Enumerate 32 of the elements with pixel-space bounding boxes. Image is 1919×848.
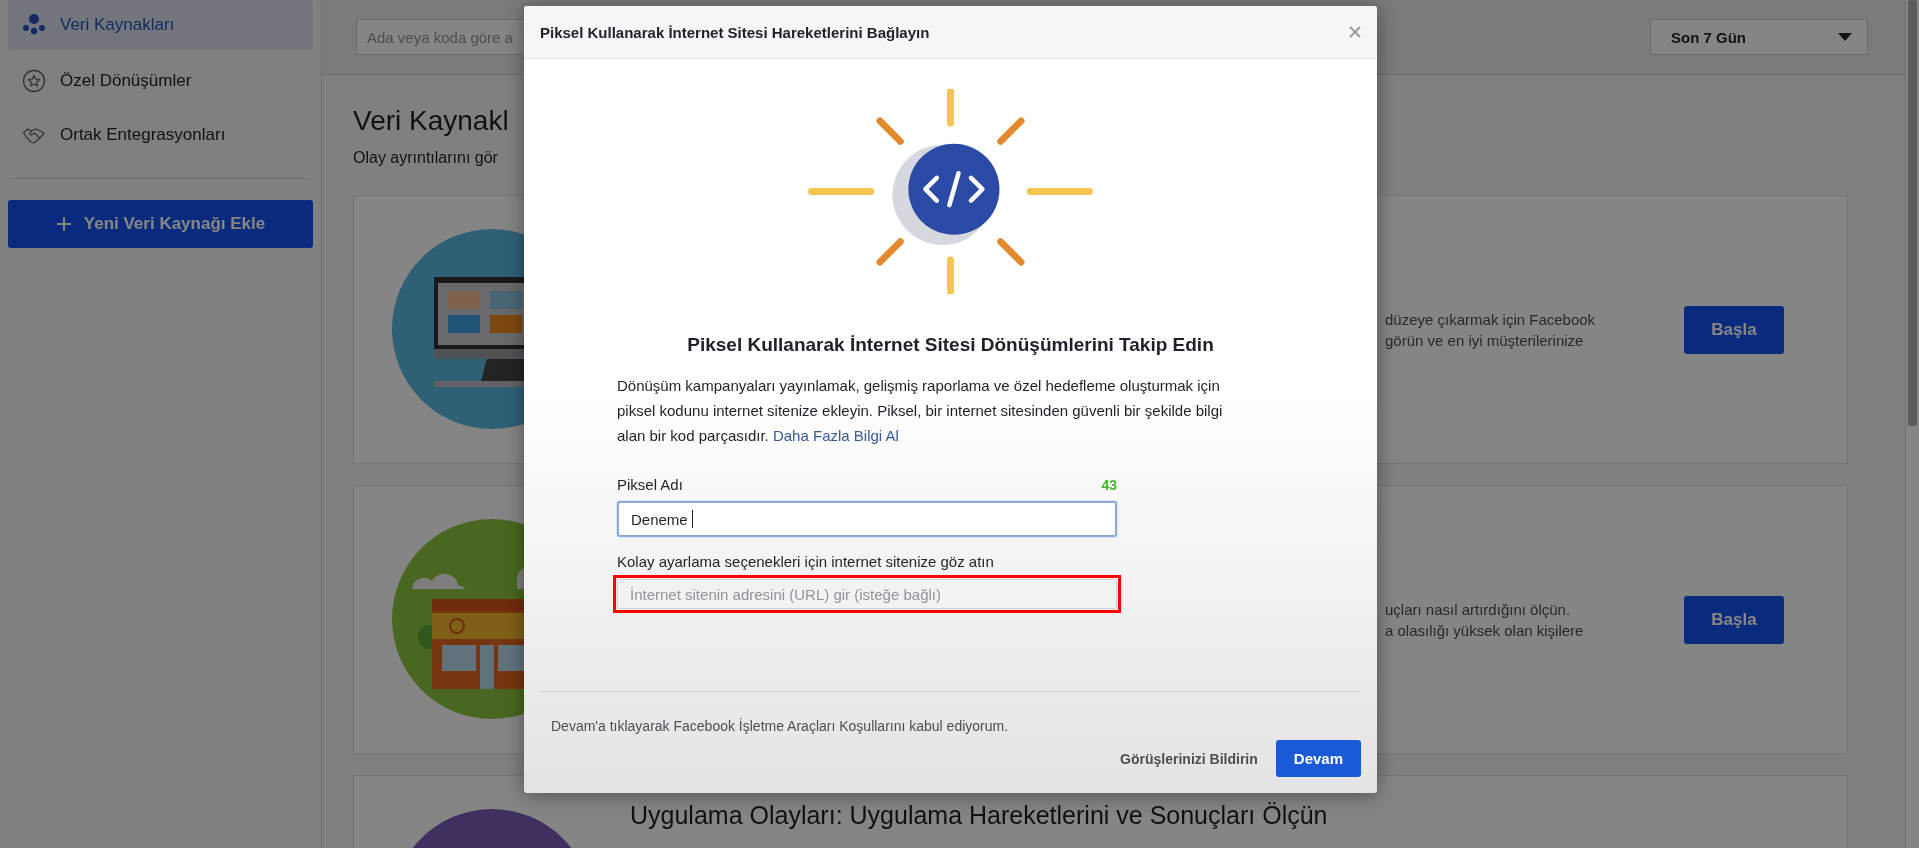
feedback-button[interactable]: Görüşlerinizi Bildirin — [1120, 750, 1258, 767]
start-button[interactable]: Başla — [1684, 595, 1784, 644]
sidebar-item[interactable]: Özel Dönüşümler — [8, 54, 313, 108]
sidebar-item[interactable]: Veri Kaynakları — [8, 0, 313, 50]
close-icon[interactable] — [1349, 26, 1361, 38]
card-description: uçları nasıl artırdığını ölçün. a olasılığı yüksek olan kişilere — [1385, 599, 1585, 641]
add-data-source-button[interactable]: Yeni Veri Kaynağı Ekle — [8, 200, 313, 248]
scrollbar-thumb[interactable] — [1908, 0, 1917, 426]
pixel-name-field[interactable]: Deneme — [617, 501, 1117, 537]
url-input-field[interactable]: İnternet sitenin adresini (URL) gir (isteğe bağlı) — [617, 579, 1117, 609]
learn-more-link[interactable]: Daha Fazla Bilgi Al — [772, 427, 899, 444]
start-button[interactable]: Başla — [1684, 305, 1784, 354]
continue-button[interactable]: Devam — [1275, 740, 1361, 777]
field-label: Piksel Adı — [617, 476, 683, 493]
date-range-dropdown[interactable]: Son 7 Gün — [1650, 19, 1868, 55]
caret-icon — [1837, 32, 1853, 42]
terms-text: Devam'a tıklayarak Facebook İşletme Araçları Koşullarını kabul ediyorum. — [550, 718, 1010, 734]
sidebar-label: Özel Dönüşümler — [60, 71, 192, 91]
sidebar-label: Ortak Entegrasyonları — [60, 125, 226, 145]
dialog-description: Dönüşüm kampanyaları yayınlamak, gelişmiş raporlama ve özel hedefleme oluşturmak için piksel kodunu internet sitenize ekleyin. Piksel, bir internet sitesinden güvenli bir şekilde bilgi alan bir kod parçasıdır. Daha Fazla Bilgi Al — [617, 376, 1224, 446]
card-title: Uygulama Olayları: Uygulama Hareketlerini ve Sonuçları Ölçün — [630, 801, 1329, 830]
card-description: düzeye çıkarmak için Facebook görün ve en iyi müşterilerinize — [1385, 309, 1597, 351]
text-cursor — [691, 510, 693, 528]
page-subtitle: Olay ayrıntılarını gör — [353, 149, 499, 167]
sidebar-label: Veri Kaynakları — [60, 15, 175, 35]
field-label: Kolay ayarlama seçenekleri için internet sitenize göz atın — [617, 553, 994, 570]
dialog-heading: Piksel Kullanarak İnternet Sitesi Dönüşümlerini Takip Edin — [687, 334, 1214, 356]
plus-icon — [55, 216, 72, 232]
character-counter: 43 — [1101, 477, 1117, 493]
sidebar-item[interactable]: Ortak Entegrasyonları — [8, 108, 313, 162]
page-title: Veri Kaynakl — [353, 105, 510, 137]
data-sources-icon — [22, 13, 46, 37]
